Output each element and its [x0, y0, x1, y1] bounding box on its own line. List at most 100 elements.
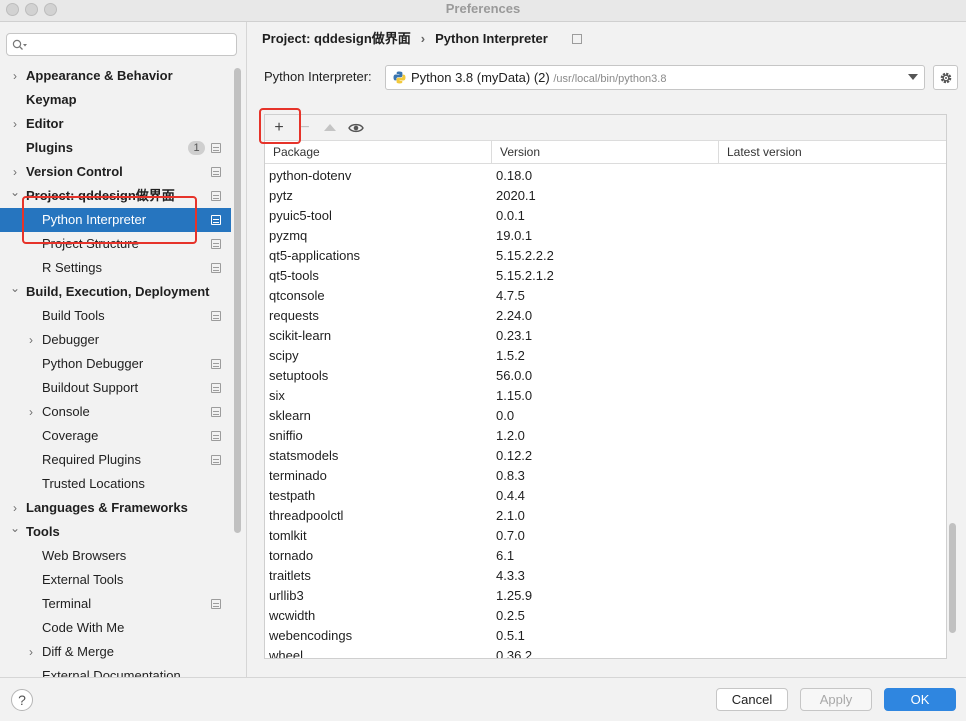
- table-row[interactable]: tomlkit 0.7.0: [265, 526, 946, 546]
- table-row[interactable]: qtconsole 4.7.5: [265, 286, 946, 306]
- sidebar-scrollbar[interactable]: [234, 68, 241, 533]
- cancel-button[interactable]: Cancel: [716, 688, 788, 711]
- table-row[interactable]: wcwidth 0.2.5: [265, 606, 946, 626]
- sidebar-item[interactable]: External Tools: [0, 568, 231, 592]
- package-version-cell: 1.25.9: [496, 588, 533, 603]
- table-row[interactable]: terminado 0.8.3: [265, 466, 946, 486]
- project-level-icon: [211, 599, 221, 609]
- chevron-right-icon[interactable]: ›: [9, 160, 21, 184]
- sidebar-item[interactable]: Python Debugger: [0, 352, 231, 376]
- sidebar-item[interactable]: Plugins 1: [0, 136, 231, 160]
- apply-button[interactable]: Apply: [800, 688, 872, 711]
- sidebar-item[interactable]: › Appearance & Behavior: [0, 64, 231, 88]
- sidebar-item[interactable]: Required Plugins: [0, 448, 231, 472]
- sidebar-item-label: Coverage: [42, 428, 99, 443]
- table-row[interactable]: tornado 6.1: [265, 546, 946, 566]
- sidebar-item[interactable]: ⌄ Project: qddesign做界面: [0, 184, 231, 208]
- table-row[interactable]: wheel 0.36.2: [265, 646, 946, 658]
- table-row[interactable]: statsmodels 0.12.2: [265, 446, 946, 466]
- search-icon: [12, 39, 27, 50]
- sidebar-item[interactable]: › Console: [0, 400, 231, 424]
- table-row[interactable]: setuptools 56.0.0: [265, 366, 946, 386]
- sidebar-item-label: Editor: [26, 116, 64, 131]
- help-button[interactable]: ?: [11, 689, 33, 711]
- sidebar-item[interactable]: › Version Control: [0, 160, 231, 184]
- chevron-right-icon[interactable]: ›: [9, 64, 21, 88]
- table-row[interactable]: qt5-applications 5.15.2.2.2: [265, 246, 946, 266]
- table-row[interactable]: scipy 1.5.2: [265, 346, 946, 366]
- table-row[interactable]: sniffio 1.2.0: [265, 426, 946, 446]
- table-row[interactable]: scikit-learn 0.23.1: [265, 326, 946, 346]
- interpreter-label: Python Interpreter:: [264, 69, 372, 84]
- sidebar-item[interactable]: Terminal: [0, 592, 231, 616]
- sidebar-item[interactable]: › Editor: [0, 112, 231, 136]
- upgrade-arrow-icon: [324, 124, 336, 131]
- chevron-right-icon[interactable]: ›: [25, 640, 37, 664]
- table-row[interactable]: six 1.15.0: [265, 386, 946, 406]
- search-input[interactable]: [31, 36, 231, 53]
- sidebar-item[interactable]: Code With Me: [0, 616, 231, 640]
- sidebar-item-label: Project: qddesign做界面: [26, 188, 175, 203]
- upgrade-package-button[interactable]: [320, 119, 340, 137]
- sidebar-item[interactable]: › Diff & Merge: [0, 640, 231, 664]
- packages-scrollbar[interactable]: [949, 523, 956, 633]
- main-panel: Project: qddesign做界面 › Python Interpreter …: [248, 22, 966, 677]
- add-package-button[interactable]: +: [269, 119, 289, 137]
- project-level-icon: [211, 263, 221, 273]
- package-version-cell: 4.7.5: [496, 288, 525, 303]
- project-level-icon: [211, 191, 221, 201]
- sidebar-item[interactable]: ⌄ Tools: [0, 520, 231, 544]
- column-header-package[interactable]: Package: [273, 141, 320, 164]
- column-divider[interactable]: [491, 141, 492, 164]
- column-divider[interactable]: [718, 141, 719, 164]
- package-version-cell: 19.0.1: [496, 228, 533, 243]
- sidebar-item[interactable]: Project Structure: [0, 232, 231, 256]
- sidebar-item[interactable]: Web Browsers: [0, 544, 231, 568]
- settings-search[interactable]: [6, 33, 237, 56]
- chevron-right-icon[interactable]: ›: [9, 496, 21, 520]
- sidebar-item[interactable]: Python Interpreter: [0, 208, 231, 232]
- table-row[interactable]: webencodings 0.5.1: [265, 626, 946, 646]
- project-level-icon: [211, 455, 221, 465]
- chevron-down-icon[interactable]: ⌄: [9, 520, 21, 540]
- sidebar-item[interactable]: › Languages & Frameworks: [0, 496, 231, 520]
- sidebar-item-label: Project Structure: [42, 236, 139, 251]
- table-row[interactable]: pyzmq 19.0.1: [265, 226, 946, 246]
- interpreter-settings-button[interactable]: [933, 65, 958, 90]
- ok-button[interactable]: OK: [884, 688, 956, 711]
- chevron-right-icon[interactable]: ›: [25, 400, 37, 424]
- project-scope-icon: [572, 34, 582, 44]
- sidebar-item[interactable]: Trusted Locations: [0, 472, 231, 496]
- table-row[interactable]: pytz 2020.1: [265, 186, 946, 206]
- sidebar-item[interactable]: Keymap: [0, 88, 231, 112]
- sidebar-item[interactable]: External Documentation: [0, 664, 231, 677]
- table-row[interactable]: requests 2.24.0: [265, 306, 946, 326]
- window-title: Preferences: [445, 1, 521, 16]
- sidebar-item[interactable]: Buildout Support: [0, 376, 231, 400]
- table-row[interactable]: python-dotenv 0.18.0: [265, 166, 946, 186]
- package-version-cell: 0.18.0: [496, 168, 533, 183]
- interpreter-select[interactable]: Python 3.8 (myData) (2) /usr/local/bin/p…: [385, 65, 925, 90]
- package-name-cell: scikit-learn: [269, 328, 332, 343]
- sidebar-item[interactable]: R Settings: [0, 256, 231, 280]
- sidebar-item[interactable]: ⌄ Build, Execution, Deployment: [0, 280, 231, 304]
- sidebar-item[interactable]: Coverage: [0, 424, 231, 448]
- column-header-latest-version[interactable]: Latest version: [727, 141, 802, 164]
- show-early-releases-button[interactable]: [346, 119, 366, 137]
- sidebar-item[interactable]: Build Tools: [0, 304, 231, 328]
- sidebar-item[interactable]: › Debugger: [0, 328, 231, 352]
- chevron-down-icon[interactable]: ⌄: [9, 184, 21, 204]
- column-header-version[interactable]: Version: [500, 141, 540, 164]
- chevron-down-icon[interactable]: ⌄: [9, 280, 21, 300]
- chevron-right-icon[interactable]: ›: [9, 112, 21, 136]
- table-row[interactable]: pyuic5-tool 0.0.1: [265, 206, 946, 226]
- table-row[interactable]: traitlets 4.3.3: [265, 566, 946, 586]
- table-row[interactable]: sklearn 0.0: [265, 406, 946, 426]
- table-row[interactable]: urllib3 1.25.9: [265, 586, 946, 606]
- chevron-right-icon[interactable]: ›: [25, 328, 37, 352]
- table-row[interactable]: threadpoolctl 2.1.0: [265, 506, 946, 526]
- table-row[interactable]: testpath 0.4.4: [265, 486, 946, 506]
- remove-package-button[interactable]: −: [295, 119, 315, 137]
- project-level-icon: [211, 239, 221, 249]
- table-row[interactable]: qt5-tools 5.15.2.1.2: [265, 266, 946, 286]
